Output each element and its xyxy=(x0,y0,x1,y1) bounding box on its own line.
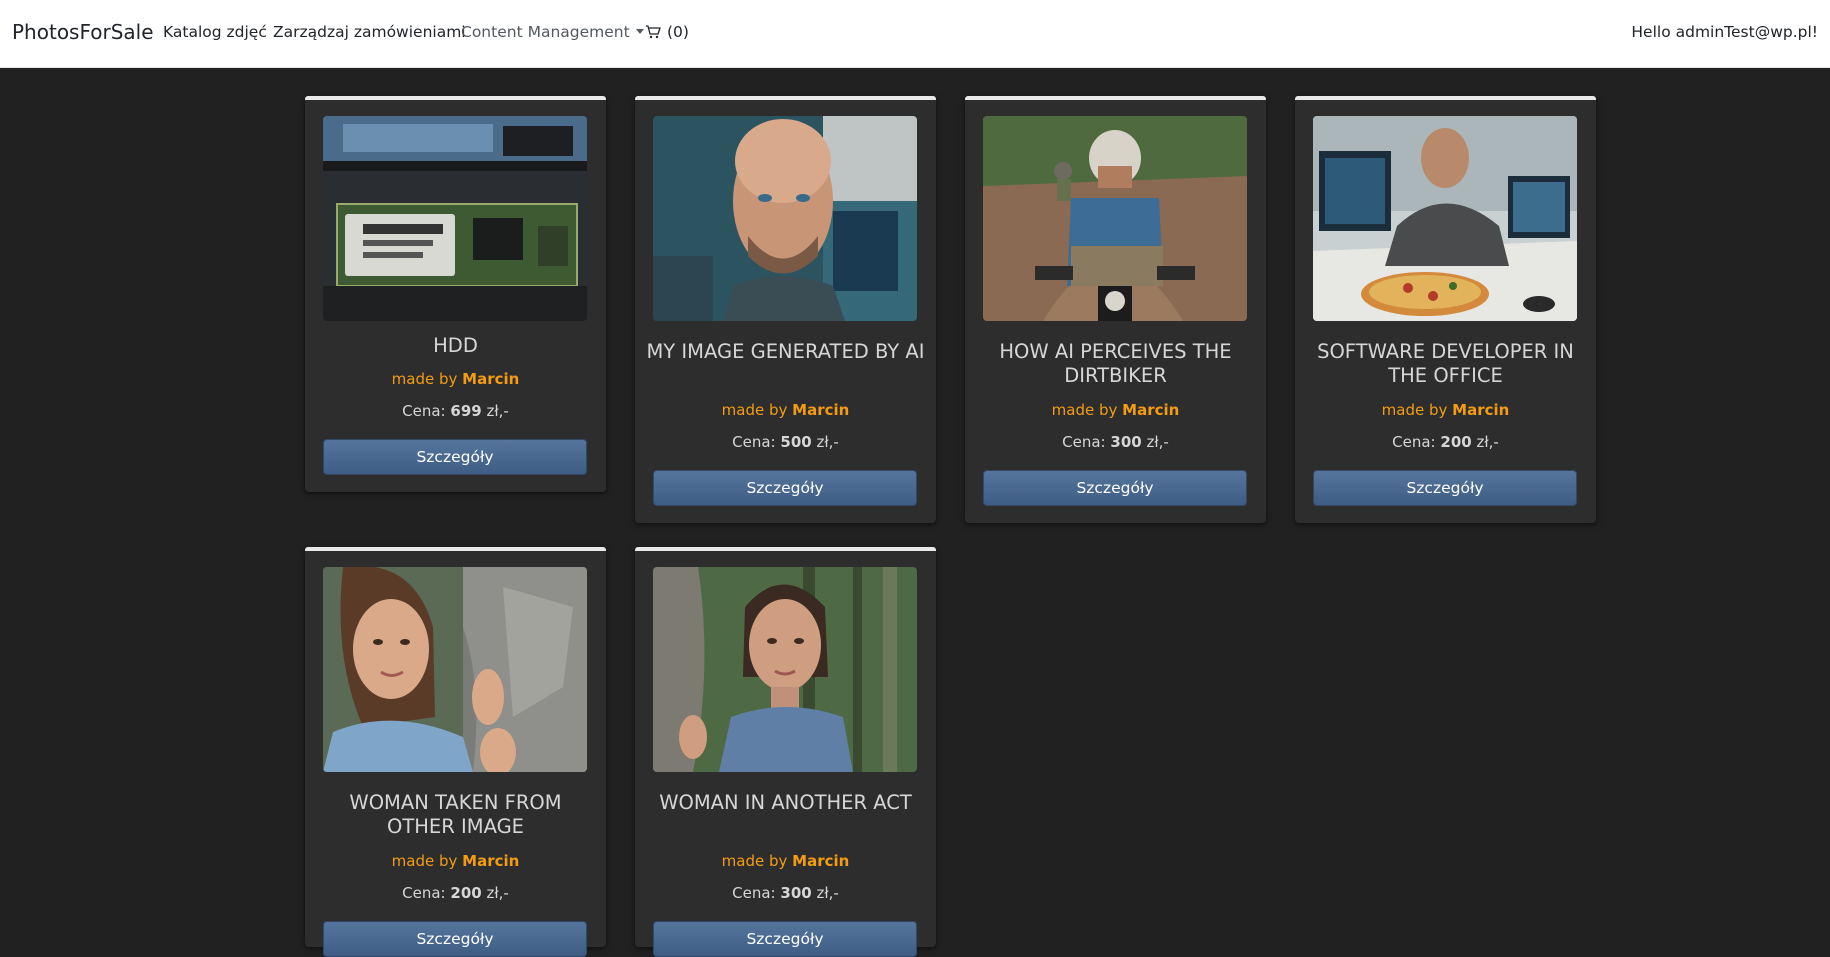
price-value: 699 xyxy=(450,402,482,420)
made-by-label: made by xyxy=(391,852,458,870)
photo-thumbnail[interactable] xyxy=(653,567,917,772)
made-by-label: made by xyxy=(721,401,788,419)
cart-icon xyxy=(646,25,661,39)
photo-thumbnail[interactable] xyxy=(323,567,587,772)
photo-card: SOFTWARE DEVELOPER IN THE OFFICE made by… xyxy=(1295,96,1596,523)
price-label: Cena: xyxy=(732,884,776,902)
price-value: 200 xyxy=(1440,433,1472,451)
cart-link[interactable]: (0) xyxy=(645,23,689,41)
photo-card: HDD made by Marcin Cena: 699 zł,- Szczeg… xyxy=(305,96,606,492)
caret-down-icon xyxy=(635,29,644,34)
cart-count: (0) xyxy=(667,23,689,41)
photo-price: Cena: 200 zł,- xyxy=(1305,433,1586,451)
photo-title: SOFTWARE DEVELOPER IN THE OFFICE xyxy=(1317,340,1574,387)
photo-title: WOMAN TAKEN FROM OTHER IMAGE xyxy=(349,791,562,838)
details-button[interactable]: Szczegóły xyxy=(653,921,917,957)
author-name: Marcin xyxy=(792,401,850,419)
author-name: Marcin xyxy=(462,370,520,388)
nav-link-photo-catalog[interactable]: Katalog zdjęć xyxy=(163,23,267,41)
content-management-dropdown[interactable]: Content Management xyxy=(461,23,644,41)
made-by-label: made by xyxy=(1381,401,1448,419)
currency-label: zł,- xyxy=(816,433,839,451)
made-by-label: made by xyxy=(721,852,788,870)
made-by-label: made by xyxy=(1051,401,1118,419)
price-value: 300 xyxy=(1110,433,1142,451)
currency-label: zł,- xyxy=(816,884,839,902)
photo-price: Cena: 300 zł,- xyxy=(975,433,1256,451)
top-navbar: PhotosForSale Katalog zdjęć Zarządzaj za… xyxy=(0,0,1830,68)
nav-link-manage-orders[interactable]: Zarządzaj zamówieniami xyxy=(273,23,466,41)
photo-author: made by Marcin xyxy=(315,370,596,388)
dropdown-label: Content Management xyxy=(461,23,630,41)
photo-author: made by Marcin xyxy=(975,401,1256,419)
photo-title: WOMAN IN ANOTHER ACT xyxy=(659,791,912,814)
details-button[interactable]: Szczegóły xyxy=(323,921,587,957)
price-value: 200 xyxy=(450,884,482,902)
photo-author: made by Marcin xyxy=(1305,401,1586,419)
author-name: Marcin xyxy=(1122,401,1180,419)
photo-card: HOW AI PERCEIVES THE DIRTBIKER made by M… xyxy=(965,96,1266,523)
photo-price: Cena: 500 zł,- xyxy=(645,433,926,451)
photo-card: WOMAN TAKEN FROM OTHER IMAGE made by Mar… xyxy=(305,547,606,957)
details-button[interactable]: Szczegóły xyxy=(983,470,1247,506)
details-button[interactable]: Szczegóły xyxy=(653,470,917,506)
made-by-label: made by xyxy=(391,370,458,388)
author-name: Marcin xyxy=(1452,401,1510,419)
currency-label: zł,- xyxy=(1476,433,1499,451)
author-name: Marcin xyxy=(792,852,850,870)
details-button[interactable]: Szczegóły xyxy=(1313,470,1577,506)
photo-title: HOW AI PERCEIVES THE DIRTBIKER xyxy=(999,340,1232,387)
currency-label: zł,- xyxy=(486,402,509,420)
photo-title: MY IMAGE GENERATED BY AI xyxy=(646,340,925,363)
photo-thumbnail[interactable] xyxy=(653,116,917,321)
photo-price: Cena: 200 zł,- xyxy=(315,884,596,902)
brand-link[interactable]: PhotosForSale xyxy=(12,20,154,44)
photo-thumbnail[interactable] xyxy=(323,116,587,321)
details-button[interactable]: Szczegóły xyxy=(323,439,587,475)
photo-card: WOMAN IN ANOTHER ACT made by Marcin Cena… xyxy=(635,547,936,957)
photo-thumbnail[interactable] xyxy=(983,116,1247,321)
currency-label: zł,- xyxy=(486,884,509,902)
price-value: 500 xyxy=(780,433,812,451)
photo-price: Cena: 300 zł,- xyxy=(645,884,926,902)
price-label: Cena: xyxy=(1392,433,1436,451)
photo-price: Cena: 699 zł,- xyxy=(315,402,596,420)
price-label: Cena: xyxy=(1062,433,1106,451)
photo-title: HDD xyxy=(433,334,478,357)
photo-card: MY IMAGE GENERATED BY AI made by Marcin … xyxy=(635,96,936,523)
photo-thumbnail[interactable] xyxy=(1313,116,1577,321)
photo-author: made by Marcin xyxy=(645,401,926,419)
user-greeting[interactable]: Hello adminTest@wp.pl! xyxy=(1631,23,1818,41)
author-name: Marcin xyxy=(462,852,520,870)
price-label: Cena: xyxy=(402,884,446,902)
currency-label: zł,- xyxy=(1146,433,1169,451)
price-label: Cena: xyxy=(402,402,446,420)
price-value: 300 xyxy=(780,884,812,902)
price-label: Cena: xyxy=(732,433,776,451)
photo-author: made by Marcin xyxy=(645,852,926,870)
photo-author: made by Marcin xyxy=(315,852,596,870)
